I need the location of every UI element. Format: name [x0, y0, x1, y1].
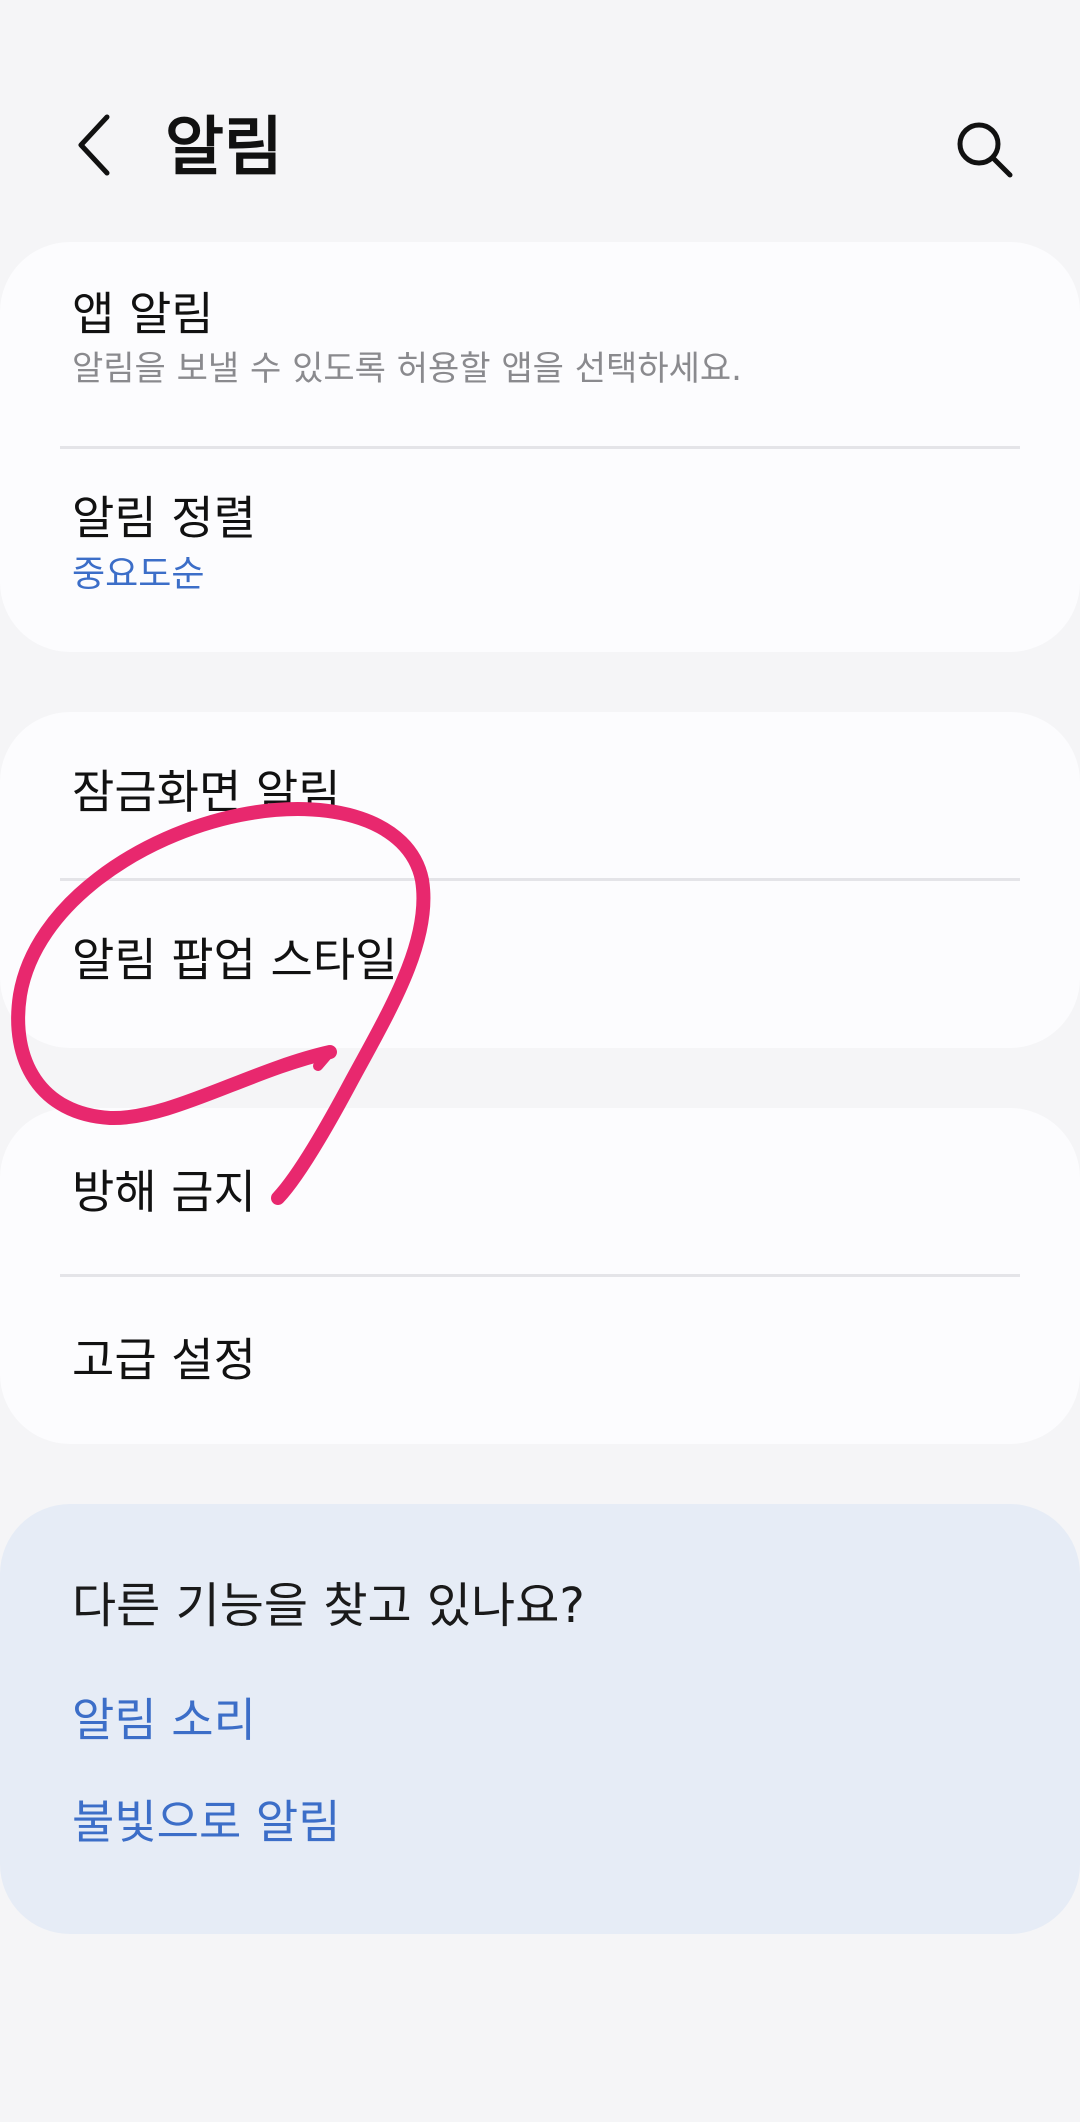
notification-sound-link[interactable]: 알림 소리 [72, 1690, 256, 1750]
item-value: 중요도순 [72, 554, 205, 595]
item-subtitle: 알림을 보낼 수 있도록 허용할 앱을 선택하세요. [72, 349, 742, 389]
back-arrow-icon [78, 114, 110, 176]
item-title: 앱 알림 [72, 287, 214, 341]
divider [60, 878, 1020, 881]
suggestions-title: 다른 기능을 찾고 있나요? [72, 1578, 585, 1634]
lock-screen-notifications-item[interactable]: 잠금화면 알림 [0, 762, 1080, 822]
item-title: 잠금화면 알림 [72, 765, 341, 819]
notification-popup-style-item[interactable]: 알림 팝업 스타일 [0, 930, 1080, 990]
flash-notification-link[interactable]: 불빛으로 알림 [72, 1792, 341, 1852]
divider [60, 446, 1020, 449]
advanced-settings-item[interactable]: 고급 설정 [0, 1330, 1080, 1390]
search-icon [957, 122, 1013, 178]
item-title: 알림 정렬 [72, 491, 256, 545]
suggestions-card: 다른 기능을 찾고 있나요? 알림 소리 불빛으로 알림 [0, 1504, 1080, 1934]
settings-card-notifications: 앱 알림 알림을 보낼 수 있도록 허용할 앱을 선택하세요. 알림 정렬 중요… [0, 242, 1080, 652]
top-bar: 알림 [0, 0, 1080, 240]
page-title: 알림 [165, 111, 283, 185]
search-button[interactable] [945, 110, 1025, 190]
divider [60, 1274, 1020, 1277]
item-title: 알림 팝업 스타일 [72, 933, 398, 987]
settings-card-advanced: 방해 금지 고급 설정 [0, 1108, 1080, 1444]
settings-card-display: 잠금화면 알림 알림 팝업 스타일 [0, 712, 1080, 1048]
item-title: 고급 설정 [72, 1333, 256, 1387]
back-button[interactable] [60, 105, 130, 185]
do-not-disturb-item[interactable]: 방해 금지 [0, 1162, 1080, 1222]
app-notifications-item[interactable]: 앱 알림 알림을 보낼 수 있도록 허용할 앱을 선택하세요. [0, 284, 1080, 392]
notification-sort-item[interactable]: 알림 정렬 중요도순 [0, 488, 1080, 600]
item-title: 방해 금지 [72, 1165, 256, 1219]
